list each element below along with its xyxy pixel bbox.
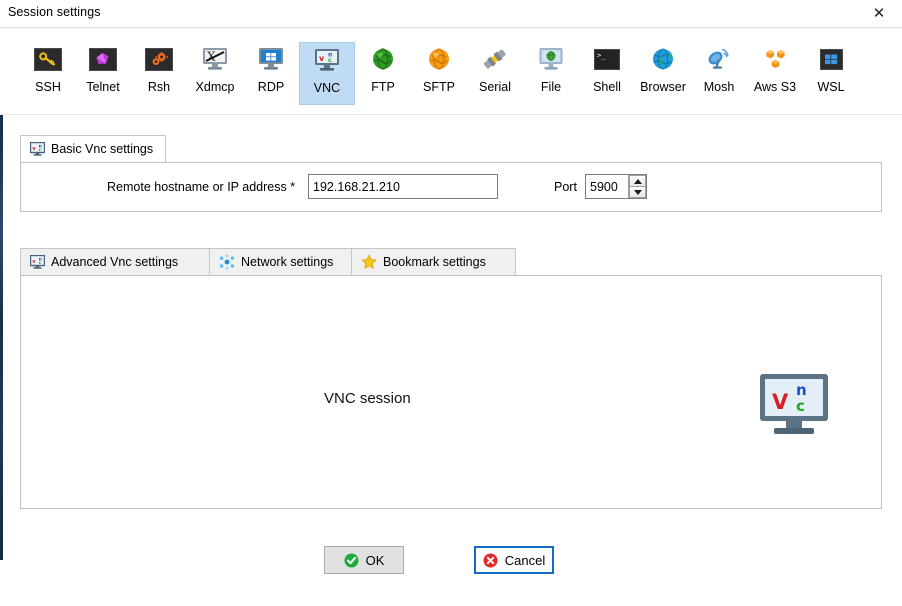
svg-text:v: v	[32, 259, 36, 265]
shell-terminal-icon: >_	[594, 42, 620, 76]
svg-text:c: c	[328, 57, 332, 64]
vnc-monitor-icon: v n c	[313, 43, 341, 77]
tab-label: Advanced Vnc settings	[51, 255, 179, 269]
protocol-tile-label: Mosh	[703, 80, 735, 94]
star-icon	[361, 254, 377, 270]
protocol-tile-shell[interactable]: >_ Shell	[579, 42, 635, 105]
session-settings-dialog: Session settings ✕ SSH Telnet Rsh X Xdmc…	[0, 0, 902, 606]
protocol-tile-label: File	[540, 80, 562, 94]
caret-up-icon	[633, 178, 642, 184]
port-spin-down-button[interactable]	[629, 186, 646, 198]
svg-text:v: v	[319, 54, 325, 63]
session-type-caption: VNC session	[324, 390, 411, 407]
svg-text:c: c	[39, 261, 42, 266]
port-spin-buttons[interactable]	[628, 175, 646, 198]
file-share-icon	[538, 42, 564, 76]
check-circle-icon	[344, 553, 359, 568]
protocol-tile-label: WSL	[817, 80, 845, 94]
svg-text:v: v	[32, 146, 36, 152]
tab-label: Network settings	[241, 255, 334, 269]
protocol-tile-rsh[interactable]: Rsh	[131, 42, 187, 105]
svg-text:V: V	[772, 390, 789, 414]
port-spin-up-button[interactable]	[629, 175, 646, 186]
svg-text:>_: >_	[597, 51, 606, 59]
rdp-windows-icon	[257, 42, 285, 76]
serial-connector-icon	[482, 42, 508, 76]
aws-s3-cubes-icon	[763, 42, 788, 76]
mosh-satellite-icon	[706, 42, 732, 76]
basic-settings-tabstrip: v n c Basic Vnc settings	[20, 135, 167, 162]
svg-text:c: c	[39, 148, 42, 153]
tab-advanced-vnc-settings[interactable]: v n c Advanced Vnc settings	[20, 248, 210, 275]
protocol-tile-label: Aws S3	[753, 80, 797, 94]
protocol-tile-label: Telnet	[86, 80, 120, 94]
telnet-crystal-icon	[89, 42, 117, 76]
protocol-tile-label: Browser	[640, 80, 686, 94]
cancel-button[interactable]: Cancel	[473, 545, 555, 575]
protocol-tile-vnc[interactable]: v n c VNC	[299, 42, 355, 105]
vnc-monitor-icon: vnc	[30, 255, 45, 269]
protocol-tile-ftp[interactable]: FTP	[355, 42, 411, 105]
ftp-green-globe-icon	[371, 42, 395, 76]
protocol-tile-label: SFTP	[423, 80, 455, 94]
settings-content-panel: VNC session V n c	[20, 275, 882, 509]
protocol-tile-label: VNC	[313, 81, 341, 95]
tab-network-settings[interactable]: Network settings	[209, 248, 352, 275]
title-bar: Session settings ✕	[0, 0, 902, 28]
protocol-tile-label: Serial	[479, 80, 511, 94]
protocol-tile-wsl[interactable]: WSL	[803, 42, 859, 105]
protocol-tile-label: Xdmcp	[195, 80, 235, 94]
rsh-gears-icon	[145, 42, 173, 76]
protocol-tile-label: FTP	[371, 80, 395, 94]
protocol-tile-label: Shell	[593, 80, 621, 94]
close-window-button[interactable]: ✕	[856, 0, 902, 27]
cross-circle-icon	[483, 553, 498, 568]
tab-label: Bookmark settings	[383, 255, 486, 269]
protocol-tile-sftp[interactable]: SFTP	[411, 42, 467, 105]
xdmcp-monitor-icon: X	[201, 42, 229, 76]
protocol-tile-browser[interactable]: Browser	[635, 42, 691, 105]
window-title: Session settings	[8, 5, 101, 19]
tab-bookmark-settings[interactable]: Bookmark settings	[351, 248, 516, 275]
tab-basic-vnc-settings[interactable]: v n c Basic Vnc settings	[20, 135, 167, 162]
protocol-tile-rdp[interactable]: RDP	[243, 42, 299, 105]
remote-host-input[interactable]	[308, 174, 498, 199]
port-input[interactable]	[586, 175, 628, 198]
basic-settings-panel: Remote hostname or IP address * Port	[20, 162, 882, 212]
ok-button-label: OK	[365, 552, 385, 568]
caret-down-icon	[633, 189, 642, 195]
network-dots-icon	[219, 254, 235, 270]
port-spinner[interactable]	[585, 174, 647, 199]
protocol-tile-xdmcp[interactable]: X Xdmcp	[187, 42, 243, 105]
protocol-tile-label: RDP	[257, 80, 285, 94]
cancel-button-label: Cancel	[504, 552, 546, 568]
protocol-tile-ssh[interactable]: SSH	[20, 42, 76, 105]
vnc-monitor-logo-icon: V n c	[758, 373, 830, 441]
protocol-tile-serial[interactable]: Serial	[467, 42, 523, 105]
protocol-tile-aws-s3[interactable]: Aws S3	[747, 42, 803, 105]
protocol-tile-file[interactable]: File	[523, 42, 579, 105]
wsl-windows-icon	[819, 42, 843, 76]
settings-tabstrip: v n c Advanced Vnc settings Network setting…	[0, 248, 902, 275]
svg-text:c: c	[796, 397, 805, 415]
ssh-key-icon	[34, 42, 62, 76]
remote-host-label: Remote hostname or IP address *	[107, 180, 296, 194]
close-icon: ✕	[872, 4, 886, 22]
sftp-orange-globe-icon	[427, 42, 451, 76]
protocol-selector-strip: SSH Telnet Rsh X Xdmcp RDP v n c VNC FTP…	[0, 28, 902, 115]
ok-button[interactable]: OK	[324, 546, 404, 574]
port-label: Port	[554, 180, 577, 194]
protocol-tile-label: SSH	[35, 80, 61, 94]
vnc-monitor-icon: v n c	[30, 142, 45, 156]
tab-label: Basic Vnc settings	[51, 142, 154, 156]
browser-globe-icon	[651, 42, 675, 76]
protocol-tile-label: Rsh	[147, 80, 171, 94]
protocol-tile-telnet[interactable]: Telnet	[75, 42, 131, 105]
protocol-tile-mosh[interactable]: Mosh	[691, 42, 747, 105]
